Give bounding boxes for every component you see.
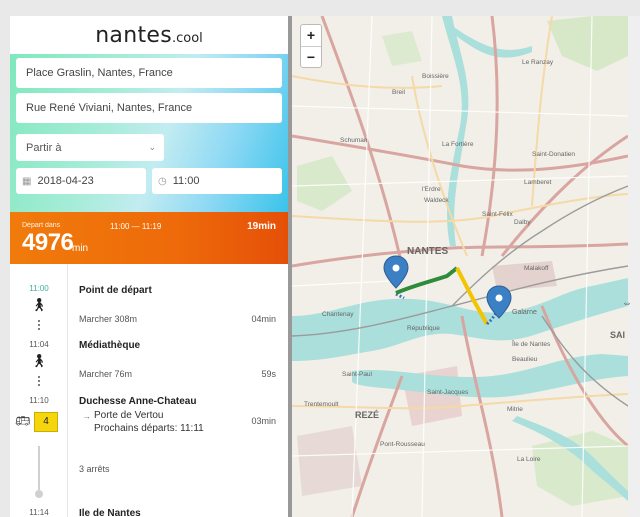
date-input[interactable]: ▦ 2018-04-23 bbox=[16, 168, 146, 194]
map-label-saint-felix: Saint-Félix bbox=[482, 211, 513, 218]
map-label-schuman: Schuman bbox=[340, 137, 368, 144]
map-label-saint-donatien: Saint-Donatien bbox=[532, 151, 575, 158]
map-label-saint-jacques: Saint-Jacques bbox=[427, 389, 469, 396]
step-time: 11:00 bbox=[29, 284, 49, 293]
map-label-trentemoult: Trentemoult bbox=[304, 401, 339, 408]
search-form: Place Graslin, Nantes, France Rue René V… bbox=[10, 54, 288, 212]
departure-unit: min bbox=[72, 243, 89, 254]
bus-stop-dot bbox=[35, 490, 43, 498]
departure-countdown: 4976 bbox=[22, 229, 74, 256]
park-area bbox=[297, 156, 352, 211]
map-label-malakoff: Malakoff bbox=[524, 265, 549, 272]
clock-icon: ◷ bbox=[158, 175, 167, 187]
time-value: 11:00 bbox=[172, 175, 200, 187]
map-label-mitrie: Mitrie bbox=[507, 406, 523, 413]
zoom-out-button[interactable]: − bbox=[301, 46, 321, 67]
pedestrian-icon: 🚶︎ bbox=[30, 353, 48, 368]
step-instruction: Marcher 76m bbox=[79, 369, 133, 379]
origin-input[interactable]: Place Graslin, Nantes, France bbox=[16, 58, 282, 88]
urban-area bbox=[297, 426, 362, 496]
map-label-fortiere: La Fortière bbox=[442, 141, 474, 148]
step-title: Point de départ bbox=[79, 285, 152, 296]
line-badge[interactable]: 4 bbox=[34, 412, 58, 432]
itinerary-steps: 11:00 🚶︎ Point de départ Marcher 308m 04… bbox=[10, 264, 288, 517]
window-edge bbox=[628, 16, 640, 517]
bus-icon: 🚌︎ bbox=[15, 414, 31, 428]
chevron-down-icon: ⌄ bbox=[148, 142, 156, 152]
itinerary-panel: nantes .cool Place Graslin, Nantes, Fran… bbox=[10, 16, 288, 517]
map-label-lamberet: Lamberet bbox=[524, 179, 552, 186]
river-loire bbox=[292, 278, 628, 361]
step-time: 11:14 bbox=[29, 508, 49, 517]
map-label-chantenay: Chantenay bbox=[322, 311, 354, 318]
map-label-breil: Breil bbox=[392, 89, 406, 96]
destination-input[interactable]: Rue René Viviani, Nantes, France bbox=[16, 93, 282, 123]
bus-route-line bbox=[38, 446, 40, 490]
step-title: Ile de Nantes bbox=[79, 508, 141, 517]
river-loire-south bbox=[352, 354, 628, 398]
departure-label: Départ dans bbox=[22, 222, 61, 229]
walk-dots bbox=[38, 320, 40, 332]
zoom-in-button[interactable]: + bbox=[301, 25, 321, 46]
park-area bbox=[547, 16, 628, 71]
step-duration: 59s bbox=[261, 369, 276, 379]
map-label-ile: Île de Nantes bbox=[511, 339, 551, 348]
step-time: 11:10 bbox=[29, 396, 49, 405]
river-erdre-branch bbox=[452, 26, 532, 58]
step-instruction: Marcher 308m bbox=[79, 314, 138, 324]
date-value: 2018-04-23 bbox=[37, 175, 94, 187]
arrow-right-icon: → bbox=[82, 411, 91, 421]
walk-dots bbox=[38, 376, 40, 388]
total-duration: 19min bbox=[247, 221, 276, 232]
map-label-erdre: l'Erdre bbox=[422, 186, 441, 193]
map-label-reze: REZÉ bbox=[355, 410, 379, 420]
step-time: 11:04 bbox=[29, 340, 49, 349]
park-area bbox=[532, 431, 628, 506]
stop-count-toggle[interactable]: 3 arrêts bbox=[79, 464, 110, 474]
map-label-gare: Galarne bbox=[512, 309, 537, 316]
time-range: 11:00 — 11:19 bbox=[110, 222, 162, 231]
step-duration: 04min bbox=[251, 314, 276, 324]
line-direction: Porte de Vertou bbox=[94, 410, 164, 421]
river-erdre bbox=[442, 16, 469, 246]
map-label-waldeck: Waldeck bbox=[424, 197, 449, 204]
calendar-icon: ▦ bbox=[22, 175, 32, 187]
map-label-ranzay: Le Ranzay bbox=[522, 59, 554, 66]
logo-suffix: .cool bbox=[171, 30, 203, 46]
next-departures: Prochains départs: 11:11 bbox=[94, 423, 204, 434]
map-label-saint-paul: Saint-Paul bbox=[342, 371, 373, 378]
time-input[interactable]: ◷ 11:00 bbox=[152, 168, 282, 194]
map-pin-icon bbox=[383, 255, 409, 289]
step-title: Médiathèque bbox=[79, 340, 141, 351]
zoom-control: + − bbox=[300, 24, 322, 68]
map-label-boissiere: Boissière bbox=[422, 73, 449, 80]
resize-handle-icon[interactable]: ⇔ bbox=[622, 298, 632, 309]
departure-mode-value: Partir à bbox=[26, 141, 62, 154]
map-label-nantes: NANTES bbox=[407, 246, 448, 257]
map-label-pont-rousseau: Pont-Rousseau bbox=[380, 441, 425, 448]
app-logo[interactable]: nantes .cool bbox=[10, 16, 288, 54]
map-canvas: NANTES REZÉ SAI Galarne Île de Nantes l'… bbox=[292, 16, 628, 517]
map-label-sainte-luce: SAI bbox=[610, 330, 625, 340]
logo-main: nantes bbox=[95, 22, 172, 48]
route-summary[interactable]: Départ dans 4976 min 11:00 — 11:19 19min bbox=[10, 212, 288, 264]
destination-value: Rue René Viviani, Nantes, France bbox=[26, 102, 193, 114]
timeline-divider bbox=[67, 264, 68, 517]
map-view[interactable]: NANTES REZÉ SAI Galarne Île de Nantes l'… bbox=[292, 16, 628, 517]
map-label-beaulieu: Beaulieu bbox=[512, 356, 538, 363]
origin-value: Place Graslin, Nantes, France bbox=[26, 67, 173, 79]
step-duration: 03min bbox=[251, 416, 276, 426]
map-label-loire: La Loire bbox=[517, 456, 541, 463]
map-label-dalby: Dalby bbox=[514, 219, 531, 226]
map-label-republique: République bbox=[407, 325, 440, 332]
pedestrian-icon: 🚶︎ bbox=[30, 297, 48, 312]
park-area bbox=[382, 31, 422, 66]
step-title: Duchesse Anne-Chateau bbox=[79, 396, 197, 407]
departure-mode-select[interactable]: Partir à ⌄ bbox=[16, 134, 164, 161]
